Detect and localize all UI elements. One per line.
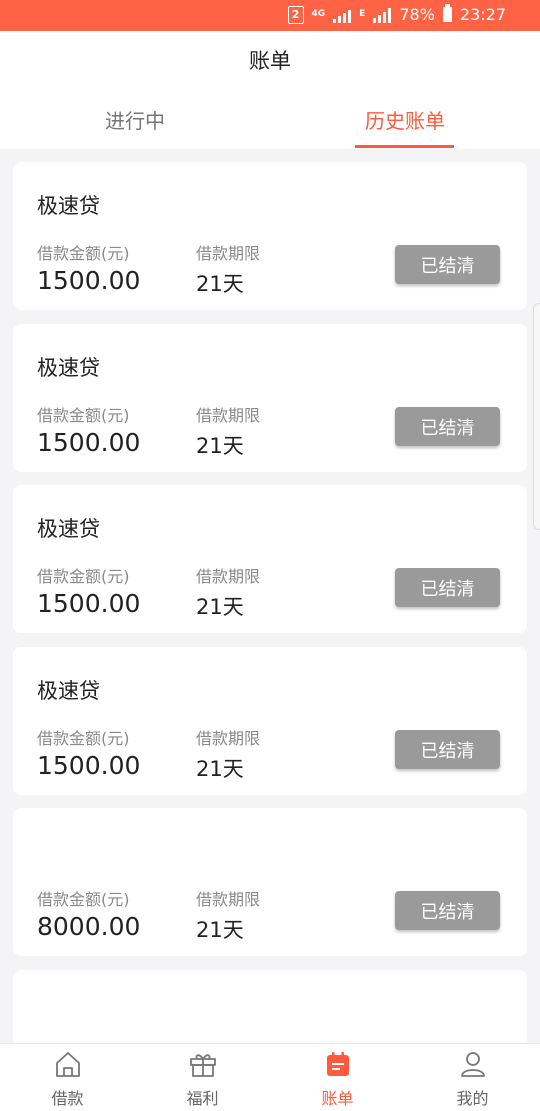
tab-history[interactable]: 历史账单 [340,105,470,134]
scrollbar-handle[interactable] [533,303,540,530]
amount-label: 借款金额(元) [37,406,130,425]
term-label: 借款期限 [196,406,261,425]
active-tab-indicator [355,145,454,148]
gift-icon [189,1054,216,1077]
clock: 23:27 [459,5,506,24]
settled-button[interactable]: 已结清 [395,568,500,607]
page-title: 账单 [249,49,291,73]
network-type-label: 4G [311,9,326,19]
battery-icon [442,4,452,22]
signal-icon [333,7,352,23]
network-sub-label: E [359,9,366,19]
home-icon [55,1052,80,1077]
term-value: 21天 [196,272,244,296]
bill-title: 极速贷 [37,194,100,218]
bill-title: 极速贷 [37,679,100,703]
nav-item-mine[interactable]: 我的 [405,1044,540,1111]
amount-value: 1500.00 [37,751,141,780]
term-value: 21天 [196,918,244,942]
term-label: 借款期限 [196,244,261,263]
bill-icon [326,1052,349,1076]
battery-percent: 78% [399,5,435,24]
nav-label: 账单 [321,1089,354,1108]
amount-label: 借款金额(元) [37,567,130,586]
bill-card[interactable]: 极速贷 借款金额(元) 借款期限 1500.00 21天 已结清 [13,162,527,310]
term-label: 借款期限 [196,729,261,748]
amount-label: 借款金额(元) [37,890,130,909]
bill-title: 极速贷 [37,356,100,380]
nav-label: 我的 [456,1089,489,1108]
amount-label: 借款金额(元) [37,729,130,748]
settled-button[interactable]: 已结清 [395,245,500,284]
settled-button[interactable]: 已结清 [395,730,500,769]
nav-item-loan[interactable]: 借款 [0,1044,135,1111]
tab-ongoing[interactable]: 进行中 [70,105,200,134]
settled-button[interactable]: 已结清 [395,407,500,446]
term-value: 21天 [196,595,244,619]
nav-label: 借款 [51,1089,84,1108]
bill-title: 极速贷 [37,517,100,541]
user-icon [460,1052,485,1077]
bill-card[interactable]: 极速贷 借款金额(元) 借款期限 1500.00 21天 已结清 [13,324,527,472]
status-bar: 2 4G E 78% 23:27 [0,0,540,31]
nav-label: 福利 [186,1089,219,1108]
amount-value: 1500.00 [37,589,141,618]
term-label: 借款期限 [196,890,261,909]
amount-label: 借款金额(元) [37,244,130,263]
nav-item-welfare[interactable]: 福利 [135,1044,270,1111]
notification-badge: 2 [287,5,304,24]
bottom-nav: 借款 福利 账单 我的 [0,1043,540,1111]
bill-card[interactable]: 借款金额(元) 借款期限 8000.00 21天 已结清 [13,808,527,956]
amount-value: 1500.00 [37,266,141,295]
signal-icon-2 [373,7,392,23]
amount-value: 1500.00 [37,428,141,457]
term-value: 21天 [196,757,244,781]
term-value: 21天 [196,434,244,458]
header: 账单 进行中 历史账单 [0,31,540,149]
bill-card[interactable]: 极速贷 借款金额(元) 借款期限 1500.00 21天 已结清 [13,647,527,795]
settled-button[interactable]: 已结清 [395,891,500,930]
bill-card[interactable]: 极速贷 借款金额(元) 借款期限 1500.00 21天 已结清 [13,485,527,633]
nav-item-bills[interactable]: 账单 [270,1044,405,1111]
amount-value: 8000.00 [37,912,141,941]
term-label: 借款期限 [196,567,261,586]
